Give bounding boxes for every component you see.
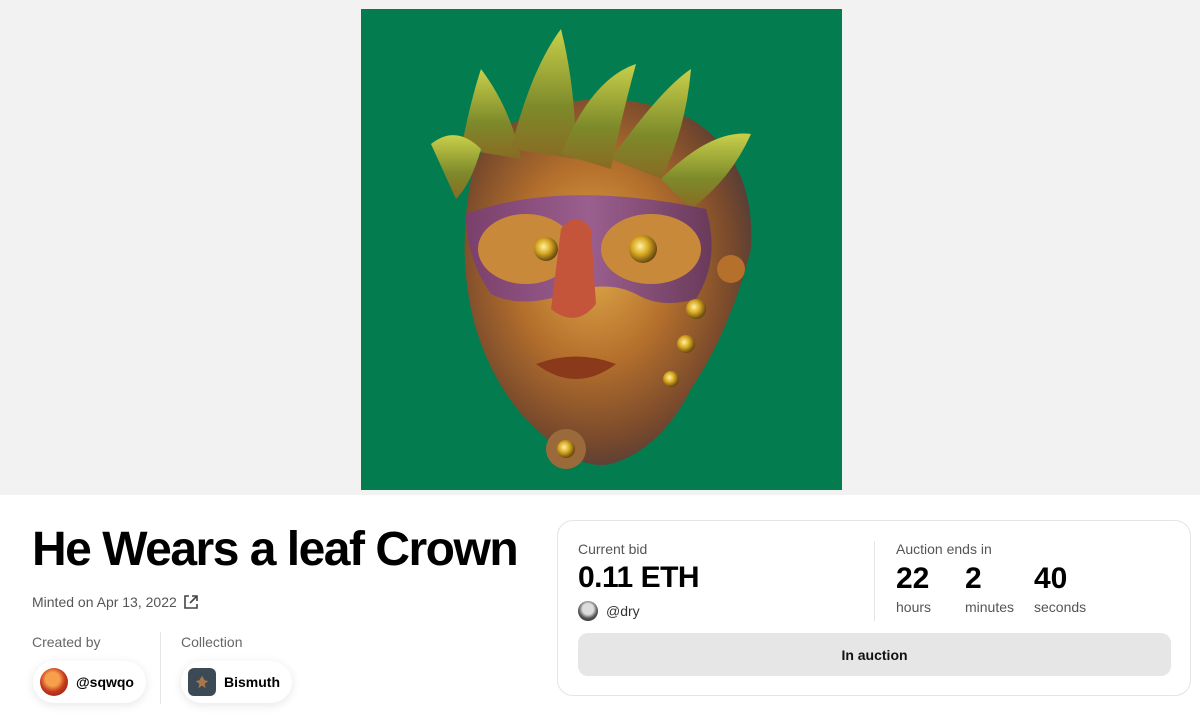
artwork-mask-illustration [431,29,752,469]
timer-minutes-value: 2 [965,562,982,595]
timer-seconds-value: 40 [1034,562,1068,595]
bidder-handle: @dry [606,603,640,619]
creator-collection-divider [160,632,161,704]
auction-divider [874,541,875,621]
minted-date: Minted on Apr 13, 2022 [32,594,199,610]
artwork-image[interactable] [361,9,842,490]
timer-hours-value: 22 [896,562,930,595]
minted-date-text: Minted on Apr 13, 2022 [32,594,177,610]
auction-ends-label: Auction ends in [896,541,992,557]
top-bidder[interactable]: @dry [578,601,640,621]
bidder-avatar [578,601,598,621]
timer-seconds: 40 seconds [1034,561,1086,615]
current-bid-value: 0.11 ETH [578,561,700,594]
creator-chip[interactable]: @sqwqo [33,661,146,703]
current-bid-label: Current bid [578,541,648,557]
timer-seconds-label: seconds [1034,599,1087,615]
timer-hours-label: hours [896,599,932,615]
page-title: He Wears a leaf Crown [32,523,519,576]
timer-minutes: 2 minutes [965,561,1014,615]
collection-label: Collection [181,634,243,650]
creator-avatar [40,668,68,696]
creator-handle: @sqwqo [76,674,134,690]
timer-hours: 22 hours [896,561,931,615]
timer-minutes-label: minutes [965,599,1015,615]
created-by-label: Created by [32,634,101,650]
auction-panel: Current bid 0.11 ETH @dry Auction ends i… [557,520,1191,696]
collection-avatar [188,668,216,696]
artwork-stage [0,0,1200,495]
in-auction-button[interactable]: In auction [578,633,1171,676]
collection-name: Bismuth [224,674,280,690]
external-link-icon[interactable] [183,594,199,610]
collection-chip[interactable]: Bismuth [181,661,292,703]
